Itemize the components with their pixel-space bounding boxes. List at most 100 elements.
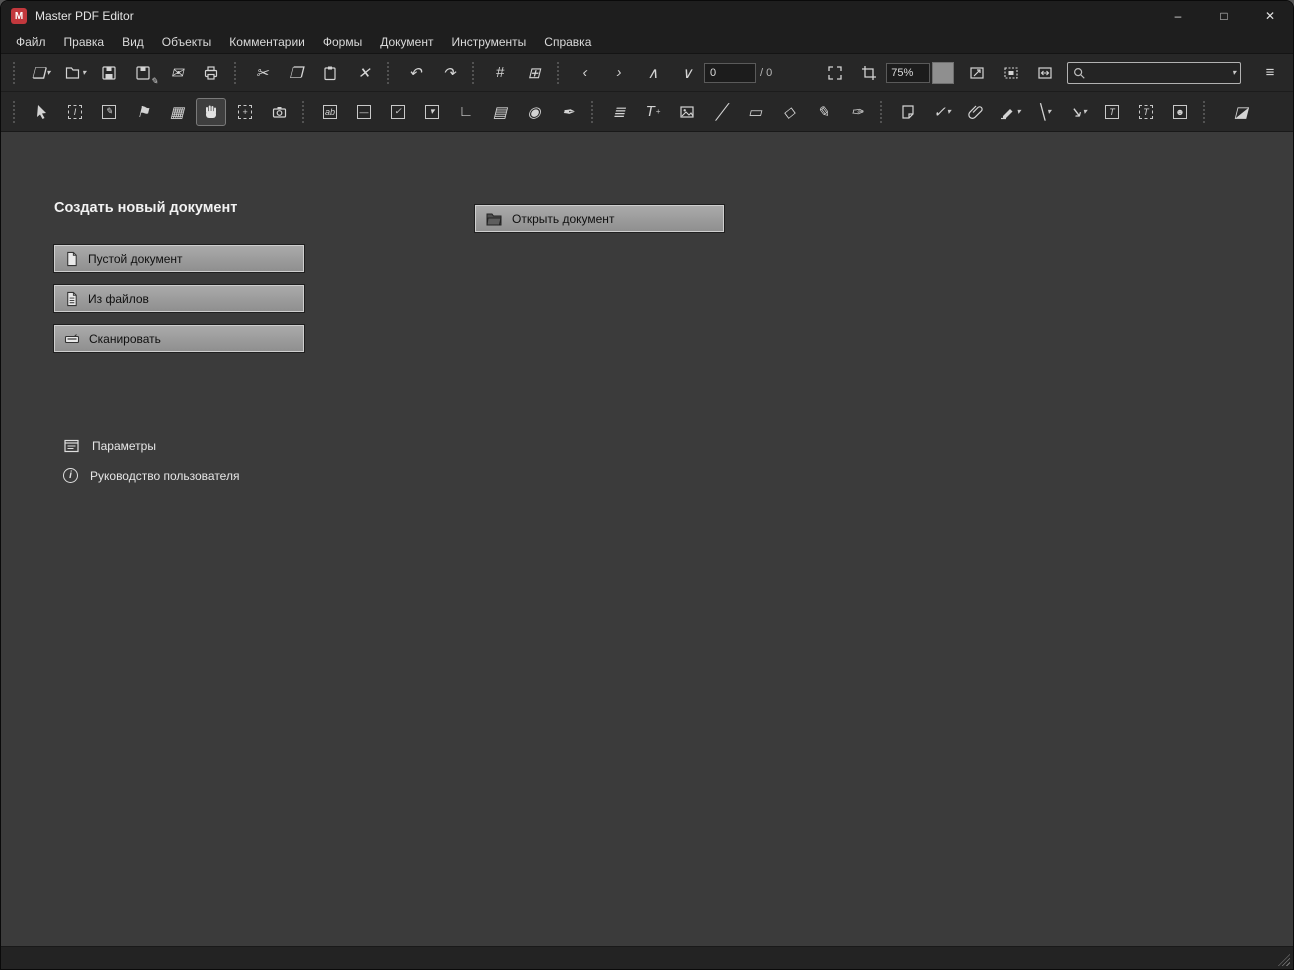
- delete-button[interactable]: ✕: [349, 59, 379, 87]
- redo-button[interactable]: ↷: [434, 59, 464, 87]
- pages-panel-button[interactable]: ▦: [162, 98, 192, 126]
- zoom-selection-button[interactable]: [996, 59, 1026, 87]
- form-combo-box-tool-button[interactable]: ▾: [417, 98, 447, 126]
- chevron-down-icon: ▾: [81, 68, 86, 77]
- floppy-icon: [136, 65, 150, 80]
- blank-document-button[interactable]: Пустой документ: [54, 245, 304, 272]
- zoom-marquee-tool-button[interactable]: +: [230, 98, 260, 126]
- add-text-tool-button[interactable]: T +: [638, 98, 668, 126]
- snapshot-tool-button[interactable]: [264, 98, 294, 126]
- stamp-tool-button[interactable]: ✑: [842, 98, 872, 126]
- fit-page-button[interactable]: [820, 59, 850, 87]
- text-box-tool-button[interactable]: T: [1097, 98, 1127, 126]
- text-select-tool-button[interactable]: I: [60, 98, 90, 126]
- scroll-up-button[interactable]: ∧: [638, 59, 668, 87]
- paste-button[interactable]: [315, 59, 345, 87]
- hand-tool-button[interactable]: [196, 97, 226, 126]
- flag-icon: ⚑: [136, 103, 150, 121]
- delete-icon: ✕: [357, 64, 371, 82]
- save-button[interactable]: [94, 59, 124, 87]
- title-bar: M Master PDF Editor – □ ✕: [1, 1, 1293, 31]
- form-checkbox-tool-button[interactable]: ✓: [383, 98, 413, 126]
- signature-pen-icon: ✒: [561, 103, 575, 121]
- toolbar-separator: [1203, 100, 1208, 123]
- print-button[interactable]: [196, 59, 226, 87]
- note-icon: [902, 104, 914, 119]
- edit-document-tool-button[interactable]: ✎: [94, 98, 124, 126]
- form-button-tool-button[interactable]: —: [349, 98, 379, 126]
- scan-button[interactable]: Сканировать: [54, 325, 304, 352]
- draw-rectangle-tool-button[interactable]: ▭: [740, 98, 770, 126]
- toolbar-separator: [234, 61, 239, 84]
- minimize-button[interactable]: –: [1155, 1, 1201, 31]
- check-annotation-tool-button[interactable]: ✓ ▾: [927, 98, 957, 126]
- copy-button[interactable]: ❐: [281, 59, 311, 87]
- info-icon: i: [63, 468, 78, 483]
- menu-file[interactable]: Файл: [7, 32, 55, 52]
- fit-page-icon: [828, 65, 842, 80]
- zoom-level-input[interactable]: [886, 62, 931, 83]
- menu-document[interactable]: Документ: [371, 32, 442, 52]
- form-table-tool-button[interactable]: ▤: [485, 98, 515, 126]
- callout-tool-button[interactable]: T: [1131, 98, 1161, 126]
- attach-file-tool-button[interactable]: [961, 98, 991, 126]
- chevron-right-icon: ›: [616, 64, 622, 81]
- line-annotation-tool-button[interactable]: ╲ ▾: [1029, 98, 1059, 126]
- crop-pages-button[interactable]: [854, 59, 884, 87]
- chevron-down-icon: ▾: [1016, 107, 1021, 116]
- undo-button[interactable]: ↶: [400, 59, 430, 87]
- search-input[interactable]: [1086, 65, 1231, 80]
- chevron-down-icon: ▾: [1047, 107, 1052, 116]
- toolbar-overflow-button[interactable]: ≡: [1255, 59, 1285, 87]
- menu-edit[interactable]: Правка: [55, 32, 114, 52]
- redact-person-tool-button[interactable]: ☻: [1165, 98, 1195, 126]
- show-grid-button[interactable]: #: [485, 59, 515, 87]
- sort-flag-tool-button[interactable]: ⚑: [128, 98, 158, 126]
- menu-view[interactable]: Вид: [113, 32, 153, 52]
- menu-objects[interactable]: Объекты: [153, 32, 221, 52]
- search-field[interactable]: ▾: [1067, 61, 1241, 84]
- eraser-tool-button[interactable]: ◪: [1226, 98, 1256, 126]
- cut-button[interactable]: ✂: [247, 59, 277, 87]
- from-files-button[interactable]: Из файлов: [54, 285, 304, 312]
- edit-text-tool-button[interactable]: ≣: [604, 98, 634, 126]
- arrow-annotation-tool-button[interactable]: ↘ ▾: [1063, 98, 1093, 126]
- snap-to-grid-button[interactable]: ⊞: [519, 59, 549, 87]
- form-list-box-tool-button[interactable]: ∟: [451, 98, 481, 126]
- page-number-input[interactable]: [704, 62, 756, 83]
- email-button[interactable]: ✉: [162, 59, 192, 87]
- maximize-button[interactable]: □: [1201, 1, 1247, 31]
- add-image-tool-button[interactable]: [672, 98, 702, 126]
- new-document-button[interactable]: ❏ ▾: [26, 59, 56, 87]
- draw-polygon-tool-button[interactable]: ◇: [774, 98, 804, 126]
- zoom-spin-button[interactable]: [932, 61, 955, 84]
- clipboard-icon: [324, 66, 336, 80]
- menu-comments[interactable]: Комментарии: [220, 32, 314, 52]
- highlighter-tool-button[interactable]: ▾: [995, 98, 1025, 126]
- open-document-welcome-button[interactable]: Открыть документ: [475, 205, 724, 232]
- scroll-down-button[interactable]: ∨: [672, 59, 702, 87]
- draw-line-tool-button[interactable]: ╱: [706, 98, 736, 126]
- open-document-button[interactable]: ▾: [60, 59, 90, 87]
- zoom-visible-button[interactable]: [1030, 59, 1060, 87]
- zoom-fit-button[interactable]: [962, 59, 992, 87]
- eraser-icon: ◪: [1233, 103, 1249, 121]
- menu-forms[interactable]: Формы: [314, 32, 371, 52]
- folder-icon: [65, 66, 80, 79]
- menu-tools[interactable]: Инструменты: [442, 32, 535, 52]
- form-text-field-tool-button[interactable]: ab: [315, 98, 345, 126]
- resize-grip[interactable]: [1278, 954, 1290, 966]
- settings-link[interactable]: Параметры: [63, 438, 156, 454]
- next-page-button[interactable]: ›: [604, 59, 634, 87]
- pencil-tool-button[interactable]: ✎: [808, 98, 838, 126]
- form-radio-tool-button[interactable]: ◉: [519, 98, 549, 126]
- save-as-button[interactable]: ✎: [128, 59, 158, 87]
- previous-page-button[interactable]: ‹: [570, 59, 600, 87]
- select-tool-button[interactable]: [26, 98, 56, 126]
- menu-help[interactable]: Справка: [535, 32, 600, 52]
- form-signature-tool-button[interactable]: ✒: [553, 98, 583, 126]
- user-guide-link[interactable]: i Руководство пользователя: [63, 468, 239, 483]
- close-button[interactable]: ✕: [1247, 1, 1293, 31]
- form-button-icon: —: [357, 104, 371, 119]
- sticky-note-tool-button[interactable]: [893, 98, 923, 126]
